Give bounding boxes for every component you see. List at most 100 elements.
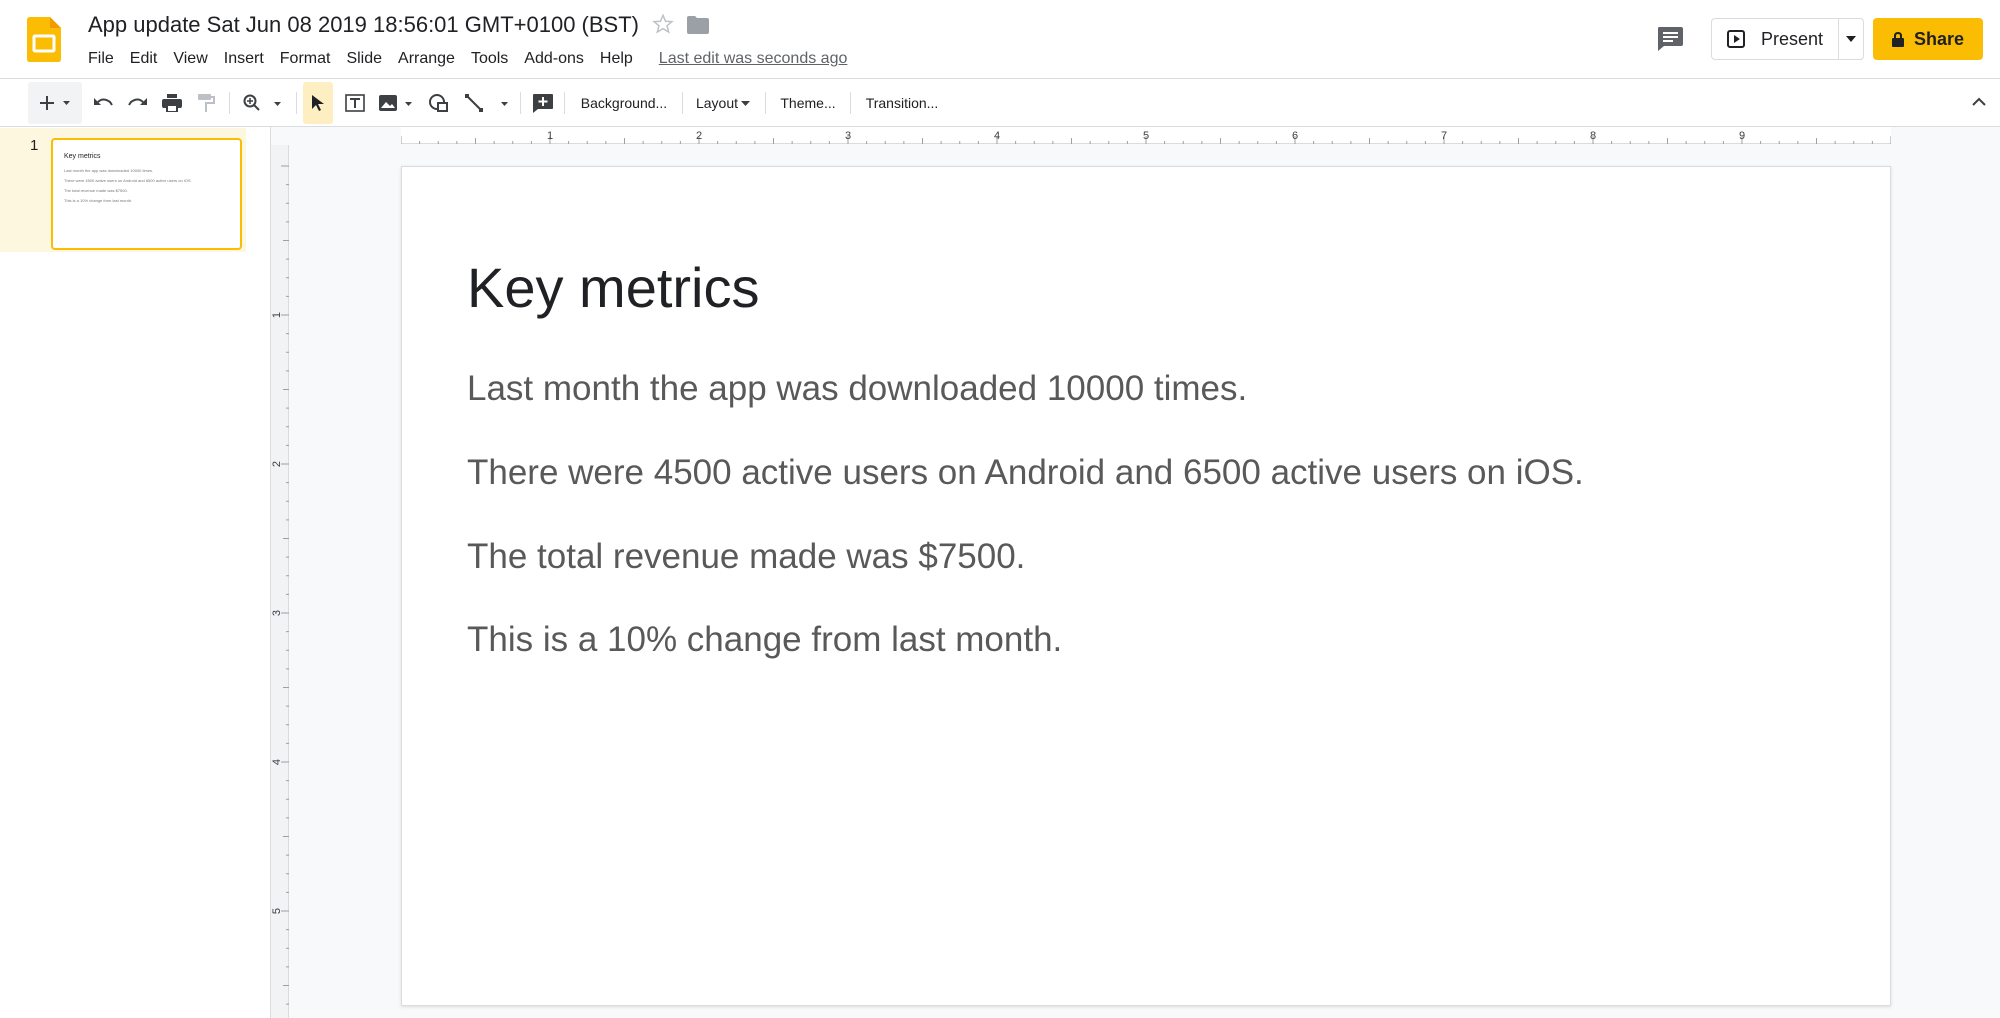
thumbnail-line: The total revenue made was $7500.	[64, 188, 128, 193]
line-icon	[465, 94, 508, 112]
undo-icon	[94, 98, 113, 106]
collapse-toolbar-icon[interactable]	[1970, 93, 1988, 111]
toolbar-divider	[229, 92, 230, 114]
slide-body-line[interactable]: This is a 10% change from last month.	[467, 620, 1062, 660]
redo-icon	[128, 98, 147, 106]
menu-add-ons[interactable]: Add-ons	[516, 50, 592, 68]
text-box-button[interactable]	[341, 82, 369, 124]
menu-help[interactable]: Help	[592, 50, 641, 68]
horizontal-ruler-ticks: 1 2 3 4 5 6 7 8 9	[400, 130, 1892, 144]
ruler-label: 2	[696, 130, 702, 142]
transition-label: Transition...	[865, 95, 939, 111]
slide-thumbnail[interactable]: Key metrics Last month the app was downl…	[51, 138, 242, 250]
slide-number: 1	[30, 137, 39, 154]
zoom-icon	[243, 94, 281, 111]
last-edit-link[interactable]: Last edit was seconds ago	[659, 50, 848, 68]
toolbar-divider	[296, 92, 297, 114]
new-slide-icon	[40, 96, 70, 110]
ruler-label: 1	[271, 312, 283, 318]
menu-tools[interactable]: Tools	[463, 50, 516, 68]
add-comment-button[interactable]	[528, 82, 558, 124]
image-button[interactable]	[377, 82, 417, 124]
vertical-ruler-ticks: 1 2 3 4 5	[271, 165, 289, 1005]
slide-title[interactable]: Key metrics	[467, 255, 760, 320]
theme-label: Theme...	[780, 95, 836, 111]
toolbar-divider	[682, 92, 683, 114]
ruler-label: 2	[271, 461, 283, 467]
ruler-label: 9	[1739, 130, 1745, 142]
present-options-button[interactable]	[1838, 18, 1864, 60]
toolbar-divider	[520, 92, 521, 114]
comments-icon[interactable]	[1656, 26, 1684, 52]
filmstrip-slide-1[interactable]: 1 Key metrics Last month the app was dow…	[0, 128, 246, 252]
menubar: File Edit View Insert Format Slide Arran…	[80, 48, 847, 70]
share-label: Share	[1913, 28, 1965, 49]
toolbar-divider	[564, 92, 565, 114]
print-icon	[162, 94, 182, 112]
present-icon	[1727, 30, 1745, 48]
menu-view[interactable]: View	[165, 50, 215, 68]
ruler-label: 7	[1441, 130, 1447, 142]
ruler-label: 1	[547, 130, 553, 142]
transition-button[interactable]: Transition...	[858, 82, 946, 124]
ruler-label: 3	[271, 610, 283, 616]
background-label: Background...	[580, 95, 668, 111]
thumbnail-line: This is a 10% change from last month.	[64, 198, 133, 203]
ruler-label: 4	[271, 759, 283, 765]
slides-logo-icon[interactable]	[27, 17, 61, 62]
chevron-down-icon	[741, 100, 751, 106]
background-button[interactable]: Background...	[571, 82, 677, 124]
paint-format-button[interactable]	[193, 82, 219, 124]
select-icon	[312, 95, 324, 111]
ruler-label: 5	[1143, 130, 1149, 142]
select-tool-button[interactable]	[303, 82, 333, 124]
menu-slide[interactable]: Slide	[338, 50, 390, 68]
chevron-down-icon	[1846, 36, 1856, 42]
toolbar: Background... Layout Theme... Transition…	[0, 82, 2000, 124]
lock-icon	[1891, 31, 1904, 47]
menu-arrange[interactable]: Arrange	[390, 50, 463, 68]
shape-icon	[429, 94, 448, 112]
thumbnail-line: Last month the app was downloaded 10000 …	[64, 168, 154, 173]
star-icon[interactable]	[652, 13, 674, 35]
slide-body-line[interactable]: Last month the app was downloaded 10000 …	[467, 369, 1247, 409]
folder-icon[interactable]	[687, 16, 709, 34]
menu-edit[interactable]: Edit	[122, 50, 166, 68]
layout-label: Layout	[695, 95, 739, 111]
document-title[interactable]: App update Sat Jun 08 2019 18:56:01 GMT+…	[88, 12, 639, 38]
thumbnail-title: Key metrics	[64, 153, 101, 160]
menu-file[interactable]: File	[80, 50, 122, 68]
zoom-button[interactable]	[240, 82, 286, 124]
ruler-label: 5	[271, 908, 283, 914]
filmstrip: 1 Key metrics Last month the app was dow…	[0, 127, 270, 1018]
vertical-ruler[interactable]: 1 2 3 4 5	[271, 145, 289, 1018]
paint-format-icon	[198, 94, 215, 112]
horizontal-ruler[interactable]: 1 2 3 4 5 6 7 8 9	[400, 127, 1892, 144]
ruler-label: 6	[1292, 130, 1298, 142]
share-button[interactable]: Share	[1873, 18, 1983, 60]
slide-body-line[interactable]: The total revenue made was $7500.	[467, 537, 1025, 577]
ruler-label: 4	[994, 130, 1000, 142]
print-button[interactable]	[159, 82, 185, 124]
image-icon	[379, 95, 412, 111]
line-button[interactable]	[463, 82, 513, 124]
header: App update Sat Jun 08 2019 18:56:01 GMT+…	[0, 0, 2000, 78]
ruler-label: 8	[1590, 130, 1596, 142]
toolbar-divider	[765, 92, 766, 114]
header-divider	[0, 78, 2000, 79]
layout-button[interactable]: Layout	[690, 82, 756, 124]
slide-body-line[interactable]: There were 4500 active users on Android …	[467, 453, 1584, 493]
ruler-label: 3	[845, 130, 851, 142]
slide-canvas[interactable]: Key metrics Last month the app was downl…	[401, 166, 1891, 1006]
present-label: Present	[1761, 28, 1824, 49]
menu-format[interactable]: Format	[272, 50, 339, 68]
add-comment-icon	[533, 94, 553, 113]
text-box-icon	[345, 94, 365, 112]
theme-button[interactable]: Theme...	[773, 82, 843, 124]
undo-button[interactable]	[90, 82, 116, 124]
thumbnail-line: There were 4500 active users on Android …	[64, 178, 192, 183]
new-slide-button[interactable]	[28, 82, 82, 124]
redo-button[interactable]	[125, 82, 151, 124]
menu-insert[interactable]: Insert	[216, 50, 272, 68]
shape-button[interactable]	[425, 82, 453, 124]
